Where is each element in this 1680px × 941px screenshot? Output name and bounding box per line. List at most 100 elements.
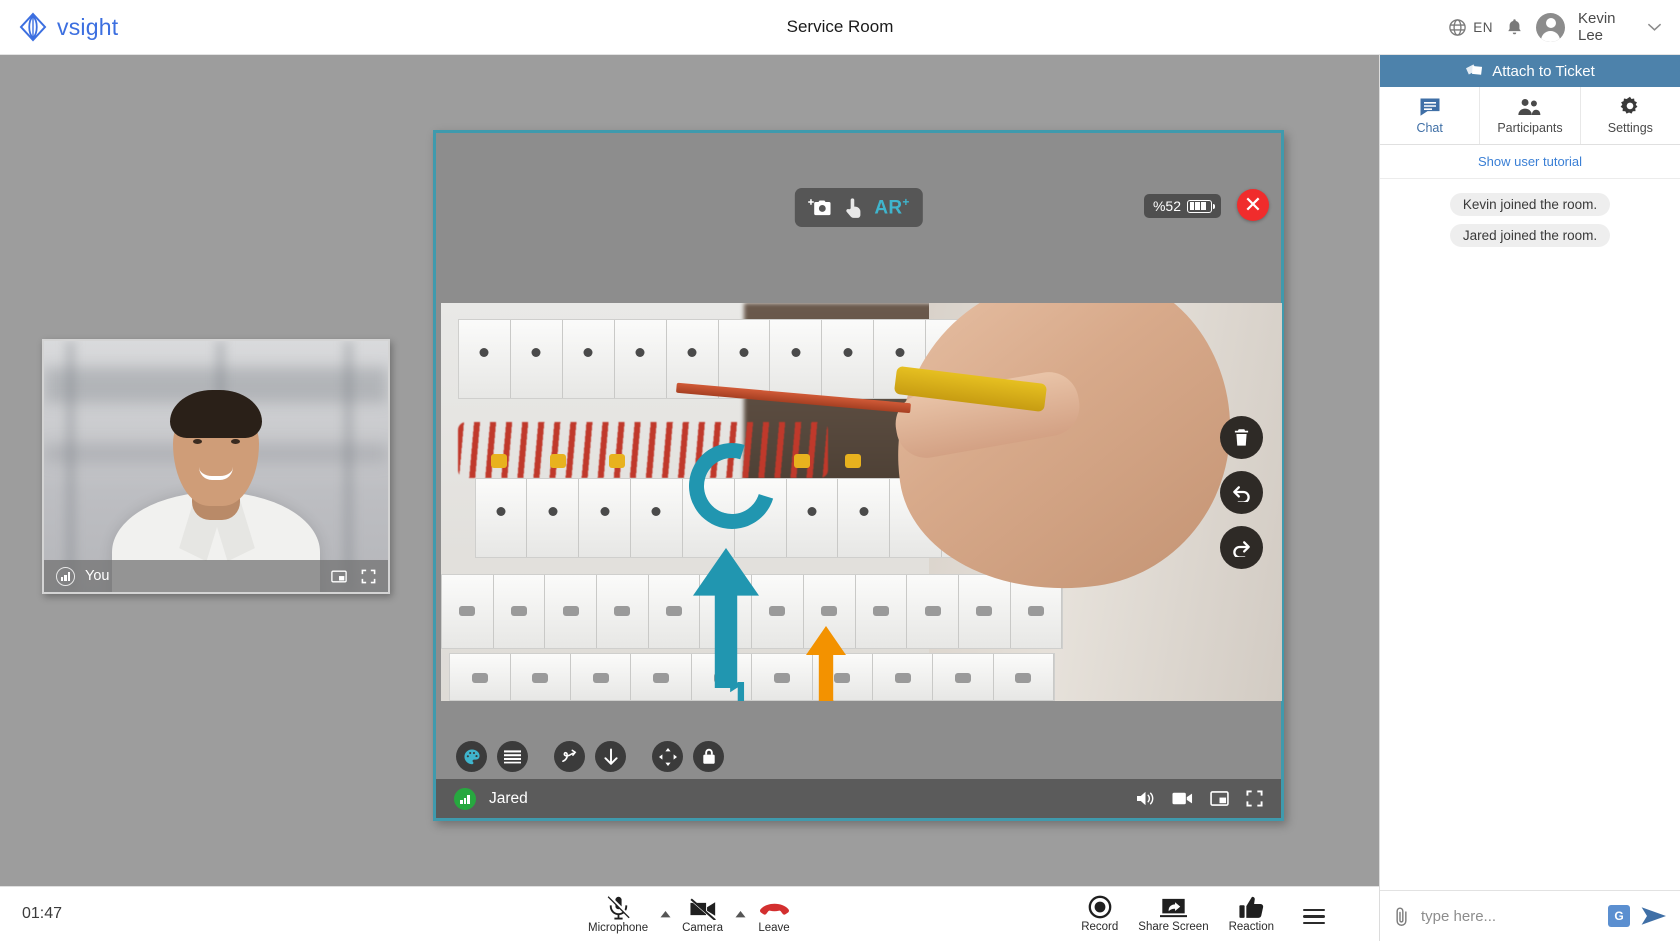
camera-options-caret-icon[interactable] bbox=[732, 911, 748, 918]
annotation-toolbar bbox=[456, 741, 724, 772]
attach-to-ticket-button[interactable]: Attach to Ticket bbox=[1380, 55, 1680, 87]
camera-muted-icon bbox=[689, 898, 716, 920]
people-icon bbox=[1517, 97, 1542, 117]
record-button[interactable]: Record bbox=[1072, 895, 1127, 933]
self-view-tile[interactable]: You bbox=[42, 339, 390, 594]
share-screen-label: Share Screen bbox=[1138, 921, 1208, 933]
line-thickness-button[interactable] bbox=[497, 741, 528, 772]
leave-label: Leave bbox=[758, 922, 789, 934]
vsight-diamond-logo-icon bbox=[18, 12, 48, 42]
camera-button[interactable]: Camera bbox=[673, 898, 732, 934]
fullscreen-icon[interactable] bbox=[361, 569, 376, 584]
top-bar: vsight Service Room EN bbox=[0, 0, 1680, 55]
paperclip-icon[interactable] bbox=[1393, 906, 1410, 926]
leave-button[interactable]: Leave bbox=[748, 902, 800, 934]
participant-name: Jared bbox=[489, 790, 528, 808]
list-item: Kevin joined the room. bbox=[1450, 193, 1610, 216]
shared-video-feed: 1 2 bbox=[441, 303, 1282, 701]
move-tool-button[interactable] bbox=[652, 741, 683, 772]
call-timer: 01:47 bbox=[22, 905, 62, 923]
participant-video-bar: Jared bbox=[436, 779, 1281, 818]
tab-chat[interactable]: Chat bbox=[1380, 87, 1480, 144]
ticket-icon bbox=[1465, 63, 1484, 80]
tab-participants[interactable]: Participants bbox=[1480, 87, 1580, 144]
microphone-muted-icon bbox=[606, 895, 630, 920]
hamburger-menu-icon[interactable] bbox=[1285, 909, 1339, 933]
bell-icon[interactable] bbox=[1506, 18, 1523, 37]
battery-icon bbox=[1187, 200, 1212, 213]
freehand-draw-button[interactable] bbox=[554, 741, 585, 772]
tab-chat-label: Chat bbox=[1416, 121, 1442, 135]
list-item: Jared joined the room. bbox=[1450, 224, 1610, 247]
reaction-button[interactable]: Reaction bbox=[1220, 896, 1283, 933]
ar-mode-label[interactable]: AR+ bbox=[874, 195, 909, 219]
gear-icon bbox=[1619, 96, 1641, 117]
annotation-side-tools bbox=[1220, 416, 1263, 569]
page-title: Service Room bbox=[0, 17, 1680, 37]
ar-toolbar: AR+ bbox=[794, 188, 922, 227]
close-icon[interactable]: ✕ bbox=[1237, 189, 1269, 221]
chat-input-row: type here... G bbox=[1380, 890, 1680, 941]
self-view-bar: You bbox=[44, 560, 388, 592]
ar-annotation-number-2: 2 bbox=[817, 691, 840, 701]
video-stage: You bbox=[0, 55, 1379, 886]
ar-annotation-number-1: 1 bbox=[727, 671, 753, 701]
picture-in-picture-icon[interactable] bbox=[331, 570, 347, 583]
touch-pointer-icon[interactable] bbox=[844, 197, 861, 219]
meeting-actions: Record Share Screen Reac bbox=[1072, 895, 1339, 933]
call-controls: Microphone Camera bbox=[579, 895, 800, 934]
show-user-tutorial-link[interactable]: Show user tutorial bbox=[1380, 145, 1680, 179]
app-root: vsight Service Room EN bbox=[0, 0, 1680, 941]
microphone-label: Microphone bbox=[588, 922, 648, 934]
microphone-options-caret-icon[interactable] bbox=[657, 911, 673, 918]
shared-video-panel: AR+ %52 ✕ bbox=[433, 130, 1284, 821]
share-screen-icon bbox=[1160, 897, 1187, 919]
chat-icon bbox=[1419, 97, 1441, 117]
delete-annotation-button[interactable] bbox=[1220, 416, 1263, 459]
color-palette-button[interactable] bbox=[456, 741, 487, 772]
signal-bars-icon bbox=[454, 788, 476, 810]
language-label: EN bbox=[1473, 20, 1493, 35]
google-translate-icon[interactable]: G bbox=[1608, 905, 1630, 927]
brand-logo[interactable]: vsight bbox=[18, 12, 118, 42]
avatar[interactable] bbox=[1536, 13, 1565, 42]
microphone-button[interactable]: Microphone bbox=[579, 895, 657, 934]
sidebar-tabs: Chat Participants bbox=[1380, 87, 1680, 145]
self-view-label: You bbox=[85, 568, 109, 584]
language-selector[interactable]: EN bbox=[1448, 18, 1493, 37]
share-screen-button[interactable]: Share Screen bbox=[1129, 897, 1217, 933]
record-label: Record bbox=[1081, 921, 1118, 933]
picture-in-picture-icon[interactable] bbox=[1210, 791, 1229, 806]
camera-icon[interactable] bbox=[1172, 791, 1193, 806]
chevron-down-icon[interactable] bbox=[1647, 22, 1662, 32]
globe-icon bbox=[1448, 18, 1467, 37]
chat-message-list: Kevin joined the room. Jared joined the … bbox=[1380, 179, 1680, 890]
brand-name: vsight bbox=[57, 14, 118, 41]
camera-label: Camera bbox=[682, 922, 723, 934]
attach-to-ticket-label: Attach to Ticket bbox=[1492, 63, 1595, 80]
signal-bars-icon bbox=[56, 567, 75, 586]
top-bar-right: EN Kevin Lee bbox=[1448, 10, 1662, 44]
record-icon bbox=[1088, 895, 1112, 919]
undo-button[interactable] bbox=[1220, 471, 1263, 514]
speaker-icon[interactable] bbox=[1136, 790, 1155, 807]
user-name[interactable]: Kevin Lee bbox=[1578, 10, 1634, 44]
hangup-icon bbox=[759, 902, 789, 920]
camera-add-icon[interactable] bbox=[807, 198, 831, 218]
tab-settings[interactable]: Settings bbox=[1581, 87, 1680, 144]
tab-settings-label: Settings bbox=[1608, 121, 1653, 135]
chat-input-field[interactable]: type here... bbox=[1421, 908, 1597, 925]
battery-indicator: %52 bbox=[1144, 194, 1221, 218]
redo-button[interactable] bbox=[1220, 526, 1263, 569]
thumbs-up-icon bbox=[1239, 896, 1264, 919]
self-view-video bbox=[44, 341, 388, 592]
fullscreen-icon[interactable] bbox=[1246, 790, 1263, 807]
reaction-label: Reaction bbox=[1229, 921, 1274, 933]
battery-percent: %52 bbox=[1153, 198, 1181, 214]
bottom-toolbar: 01:47 Microphone bbox=[0, 886, 1379, 941]
right-sidebar: Attach to Ticket Chat bbox=[1379, 55, 1680, 941]
lock-button[interactable] bbox=[693, 741, 724, 772]
tab-participants-label: Participants bbox=[1497, 121, 1562, 135]
arrow-tool-button[interactable] bbox=[595, 741, 626, 772]
send-icon[interactable] bbox=[1641, 906, 1667, 926]
